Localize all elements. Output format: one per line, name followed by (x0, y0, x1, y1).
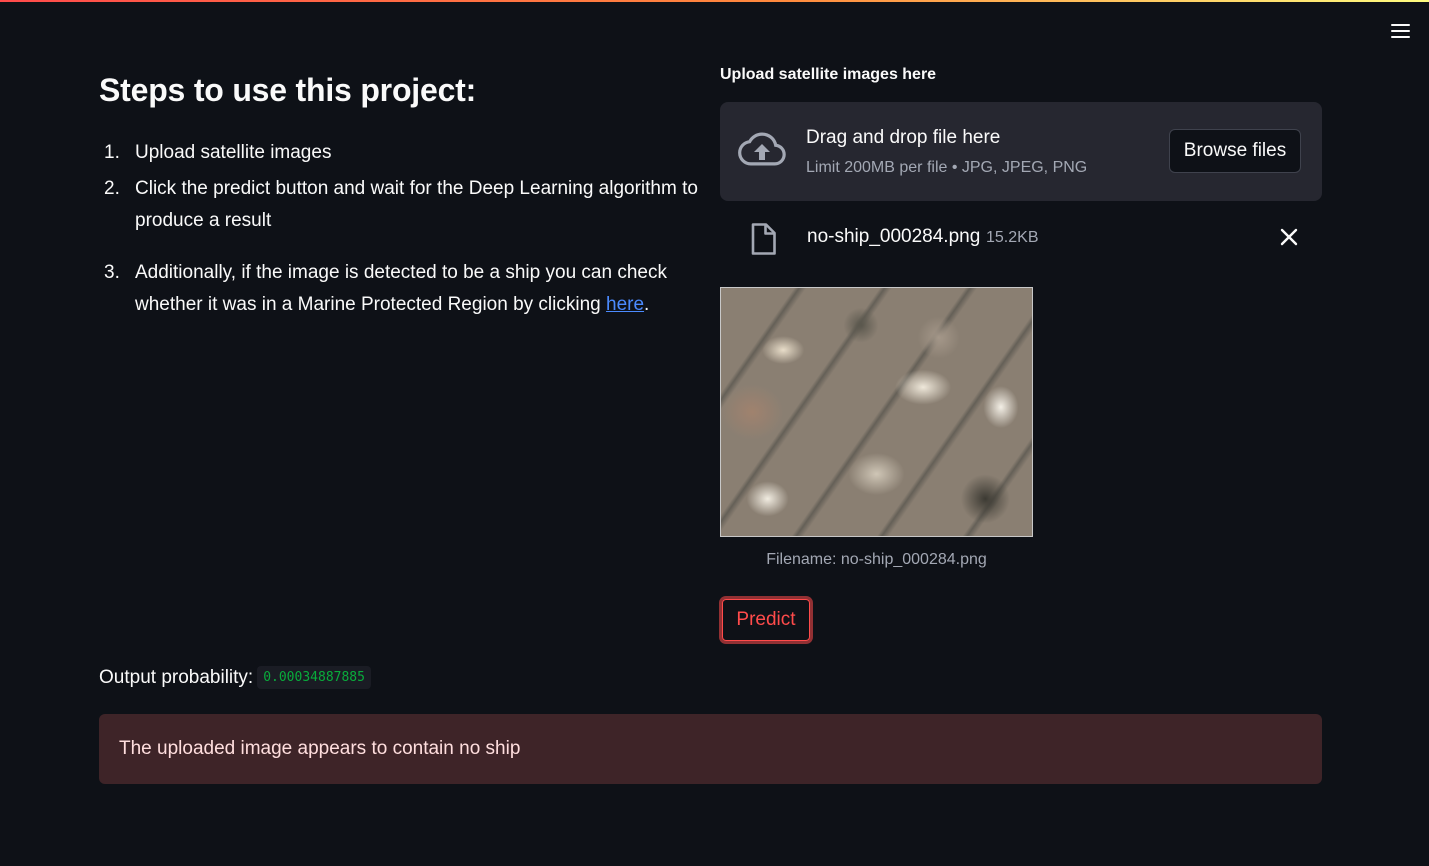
uploader-label: Upload satellite images here (720, 66, 937, 83)
list-item: 1. Upload satellite images (99, 137, 704, 169)
hamburger-menu-icon[interactable] (1386, 18, 1414, 44)
uploaded-file-row: no-ship_000284.png 15.2KB (720, 215, 1322, 260)
result-message: The uploaded image appears to contain no… (119, 738, 521, 759)
step-text: Click the predict button and wait for th… (135, 178, 698, 231)
list-item: 2. Click the predict button and wait for… (99, 173, 704, 237)
browse-files-button[interactable]: Browse files (1169, 129, 1301, 173)
output-label: Output probability: (99, 666, 254, 688)
uploaded-file-name: no-ship_000284.png (807, 226, 981, 247)
uploaded-file-size: 15.2KB (986, 229, 1039, 246)
file-dropzone[interactable]: Drag and drop file here Limit 200MB per … (720, 102, 1322, 201)
step-text: Additionally, if the image is detected t… (135, 257, 704, 321)
step-text-before: Additionally, if the image is detected t… (135, 262, 667, 315)
step-number: 1. (104, 142, 120, 163)
dropzone-title: Drag and drop file here (806, 127, 1001, 148)
file-icon (751, 223, 776, 255)
step-number: 2. (104, 178, 120, 199)
steps-list: 1. Upload satellite images 2. Click the … (99, 137, 704, 325)
step-text: Upload satellite images (135, 142, 332, 163)
cloud-upload-icon (738, 132, 786, 166)
page-title: Steps to use this project: (99, 72, 477, 108)
output-value: 0.00034887885 (257, 666, 371, 689)
mpr-link[interactable]: here (606, 294, 644, 315)
uploaded-image-preview (720, 287, 1033, 537)
output-probability: Output probability: 0.00034887885 (99, 666, 371, 689)
top-decoration-bar (0, 0, 1429, 2)
dropzone-limit: Limit 200MB per file • JPG, JPEG, PNG (806, 159, 1088, 176)
result-alert: The uploaded image appears to contain no… (99, 714, 1322, 784)
close-icon[interactable] (1278, 226, 1300, 248)
step-text-after: . (644, 294, 650, 315)
step-number: 3. (104, 262, 120, 283)
predict-button[interactable]: Predict (719, 596, 813, 644)
list-item: 3. Additionally, if the image is detecte… (99, 257, 704, 321)
image-caption: Filename: no-ship_000284.png (766, 551, 987, 568)
